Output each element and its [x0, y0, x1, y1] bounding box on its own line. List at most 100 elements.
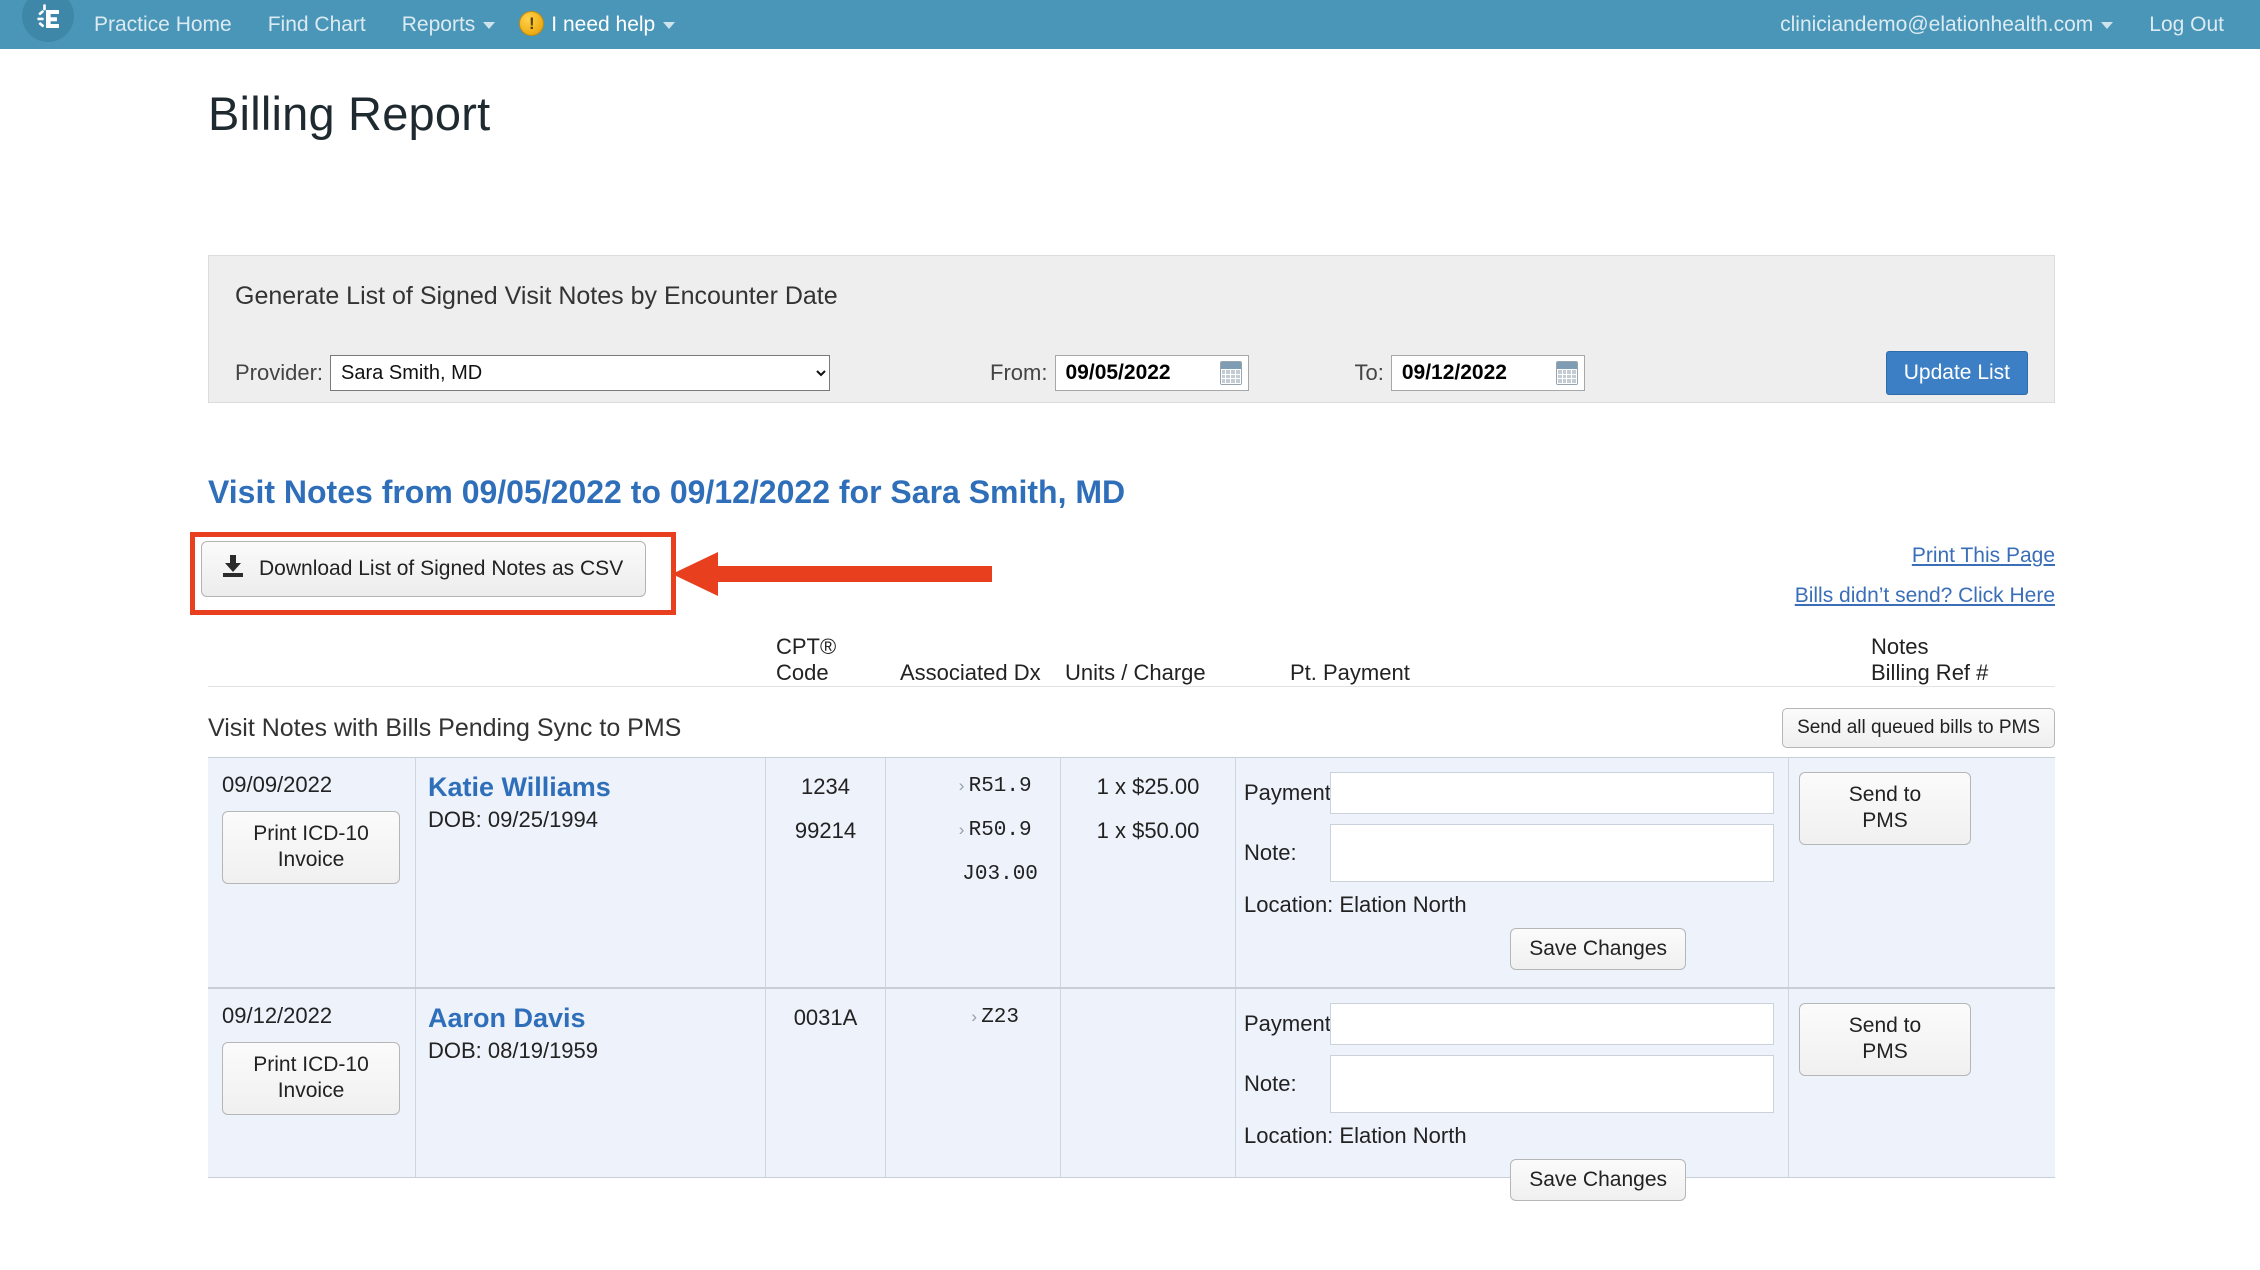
th-billing-ref: Billing Ref # [1871, 660, 1988, 685]
top-navbar: Practice Home Find Chart Reports I need … [0, 0, 2260, 49]
note-field-row: Note: [1244, 1055, 1774, 1113]
unit-charge: 1 x $50.00 [1061, 816, 1235, 860]
print-icd10-invoice-button[interactable]: Print ICD-10Invoice [222, 1042, 400, 1115]
nav-link-practice-home[interactable]: Practice Home [76, 0, 250, 49]
note-input[interactable] [1330, 824, 1774, 882]
note-input[interactable] [1330, 1055, 1774, 1113]
annotation-arrow [672, 546, 992, 607]
row-charge-cell: 1 x $25.00 1 x $50.00 [1061, 758, 1236, 987]
row-date: 09/12/2022 [222, 1003, 415, 1029]
chevron-right-icon: › [956, 822, 966, 841]
payment-input[interactable] [1330, 772, 1774, 814]
dx-code-row: ›J03.00 [886, 860, 1060, 904]
provider-label: Provider: [235, 360, 323, 386]
account-menu[interactable]: cliniciandemo@elationhealth.com [1762, 0, 2131, 49]
payment-label: Payment: [1244, 780, 1330, 806]
provider-select[interactable]: Sara Smith, MD [330, 355, 830, 391]
row-payment-cell: Payment: Note: Location: Elation North S… [1236, 758, 1789, 987]
nav-links: Practice Home Find Chart Reports I need … [76, 0, 693, 49]
dx-code: R50.9 [969, 819, 1032, 842]
patient-dob: DOB: 08/19/1959 [416, 1038, 765, 1064]
cpt-code: 1234 [766, 772, 885, 816]
note-field-row: Note: [1244, 824, 1774, 882]
warning-icon [519, 11, 544, 36]
patient-name-link[interactable]: Aaron Davis [416, 1003, 765, 1034]
account-email-label: cliniciandemo@elationhealth.com [1780, 13, 2093, 36]
to-date-box[interactable] [1391, 355, 1585, 391]
row-patient-cell: Aaron Davis DOB: 08/19/1959 [416, 989, 766, 1177]
nav-link-i-need-help[interactable]: I need help [513, 0, 693, 49]
save-changes-button[interactable]: Save Changes [1510, 928, 1686, 970]
payment-field-row: Payment: [1244, 1003, 1774, 1045]
calendar-icon[interactable] [1556, 361, 1578, 385]
nav-link-find-chart-label: Find Chart [268, 13, 366, 36]
note-label: Note: [1244, 1071, 1330, 1097]
table-row: 09/09/2022 Print ICD-10Invoice Katie Wil… [208, 757, 2055, 988]
unit-charge [1061, 1003, 1235, 1047]
row-ref-cell: Send toPMS [1789, 989, 2055, 1177]
th-notes-and-ref: Notes Billing Ref # [1789, 634, 2055, 686]
section-label: Visit Notes with Bills Pending Sync to P… [208, 714, 681, 743]
dx-code: J03.00 [962, 863, 1038, 886]
save-changes-button[interactable]: Save Changes [1510, 1159, 1686, 1201]
table-header-row: CPT® Code Associated Dx Units / Charge P… [208, 645, 2055, 687]
to-label: To: [1355, 360, 1384, 386]
results-heading: Visit Notes from 09/05/2022 to 09/12/202… [208, 474, 1125, 511]
chevron-right-icon: › [956, 778, 966, 797]
payment-field-row: Payment: [1244, 772, 1774, 814]
filter-panel-title: Generate List of Signed Visit Notes by E… [235, 282, 2054, 311]
nav-link-find-chart[interactable]: Find Chart [250, 0, 384, 49]
to-date-input[interactable] [1400, 360, 1550, 386]
th-associated-dx: Associated Dx [886, 660, 1061, 686]
nav-link-i-need-help-label: I need help [551, 13, 655, 36]
from-date-box[interactable] [1055, 355, 1249, 391]
chevron-down-icon [483, 22, 495, 29]
from-date-input[interactable] [1064, 360, 1214, 386]
payment-label: Payment: [1244, 1011, 1330, 1037]
row-patient-cell: Katie Williams DOB: 09/25/1994 [416, 758, 766, 987]
print-icd10-invoice-button[interactable]: Print ICD-10Invoice [222, 811, 400, 884]
elation-logo-icon[interactable] [22, 0, 74, 42]
dx-code: Z23 [981, 1006, 1019, 1029]
filter-panel-controls: Provider: Sara Smith, MD From: To: Updat… [235, 350, 2028, 396]
th-units-charge: Units / Charge [1061, 660, 1236, 686]
send-all-queued-bills-button[interactable]: Send all queued bills to PMS [1782, 708, 2055, 748]
unit-charge: 1 x $25.00 [1061, 772, 1235, 816]
row-cpt-cell: 1234 99214 [766, 758, 886, 987]
section-header-pending-sync: Visit Notes with Bills Pending Sync to P… [208, 687, 2055, 757]
send-to-pms-button[interactable]: Send toPMS [1799, 1003, 1971, 1076]
patient-name-link[interactable]: Katie Williams [416, 772, 765, 803]
cpt-code: 0031A [766, 1003, 885, 1047]
print-this-page-link[interactable]: Print This Page [1795, 544, 2055, 568]
nav-link-practice-home-label: Practice Home [94, 13, 232, 36]
logout-link[interactable]: Log Out [2131, 0, 2242, 49]
filter-panel: Generate List of Signed Visit Notes by E… [208, 255, 2055, 403]
dx-code: R51.9 [969, 775, 1032, 798]
payment-input[interactable] [1330, 1003, 1774, 1045]
row-dx-cell: ›R51.9 ›R50.9 ›J03.00 [886, 758, 1061, 987]
from-date-group: From: [990, 355, 1248, 391]
row-date: 09/09/2022 [222, 772, 415, 798]
nav-link-reports[interactable]: Reports [384, 0, 514, 49]
billing-table: CPT® Code Associated Dx Units / Charge P… [208, 645, 2055, 1178]
row-charge-cell [1061, 989, 1236, 1177]
chevron-down-icon [2101, 22, 2113, 29]
update-list-button[interactable]: Update List [1886, 351, 2028, 395]
location-text: Location: Elation North [1244, 892, 1774, 918]
calendar-icon[interactable] [1220, 361, 1242, 385]
patient-dob: DOB: 09/25/1994 [416, 807, 765, 833]
chevron-right-icon: › [969, 1009, 979, 1028]
dx-code-row[interactable]: ›Z23 [886, 1003, 1060, 1047]
nav-right-group: cliniciandemo@elationhealth.com Log Out [1762, 0, 2260, 49]
th-cpt-code: CPT® Code [766, 634, 886, 686]
from-label: From: [990, 360, 1047, 386]
send-to-pms-button[interactable]: Send toPMS [1799, 772, 1971, 845]
row-date-cell: 09/09/2022 Print ICD-10Invoice [208, 758, 416, 987]
download-csv-button[interactable]: Download List of Signed Notes as CSV [201, 541, 646, 597]
download-csv-button-label: Download List of Signed Notes as CSV [259, 557, 623, 581]
dx-code-row[interactable]: ›R51.9 [886, 772, 1060, 816]
row-date-cell: 09/12/2022 Print ICD-10Invoice [208, 989, 416, 1177]
page-title: Billing Report [208, 86, 2260, 141]
dx-code-row[interactable]: ›R50.9 [886, 816, 1060, 860]
bills-didnt-send-link[interactable]: Bills didn’t send? Click Here [1795, 584, 2055, 608]
